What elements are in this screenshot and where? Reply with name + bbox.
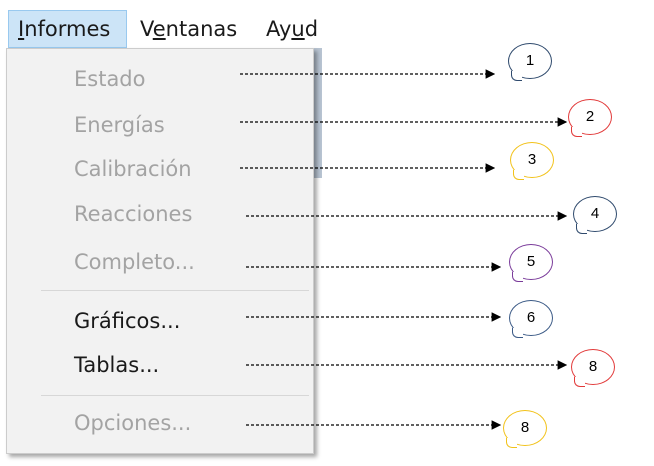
callout-1: 1 <box>508 43 552 81</box>
callout-4: 4 <box>573 196 617 234</box>
callout-2: 2 <box>568 99 612 137</box>
callout-8-red: 8 <box>571 349 615 387</box>
callout-8-yellow: 8 <box>503 410 547 448</box>
callout-6: 6 <box>509 300 553 338</box>
annotation-arrows <box>240 69 568 430</box>
callout-3: 3 <box>510 142 554 180</box>
callout-5: 5 <box>509 244 553 282</box>
